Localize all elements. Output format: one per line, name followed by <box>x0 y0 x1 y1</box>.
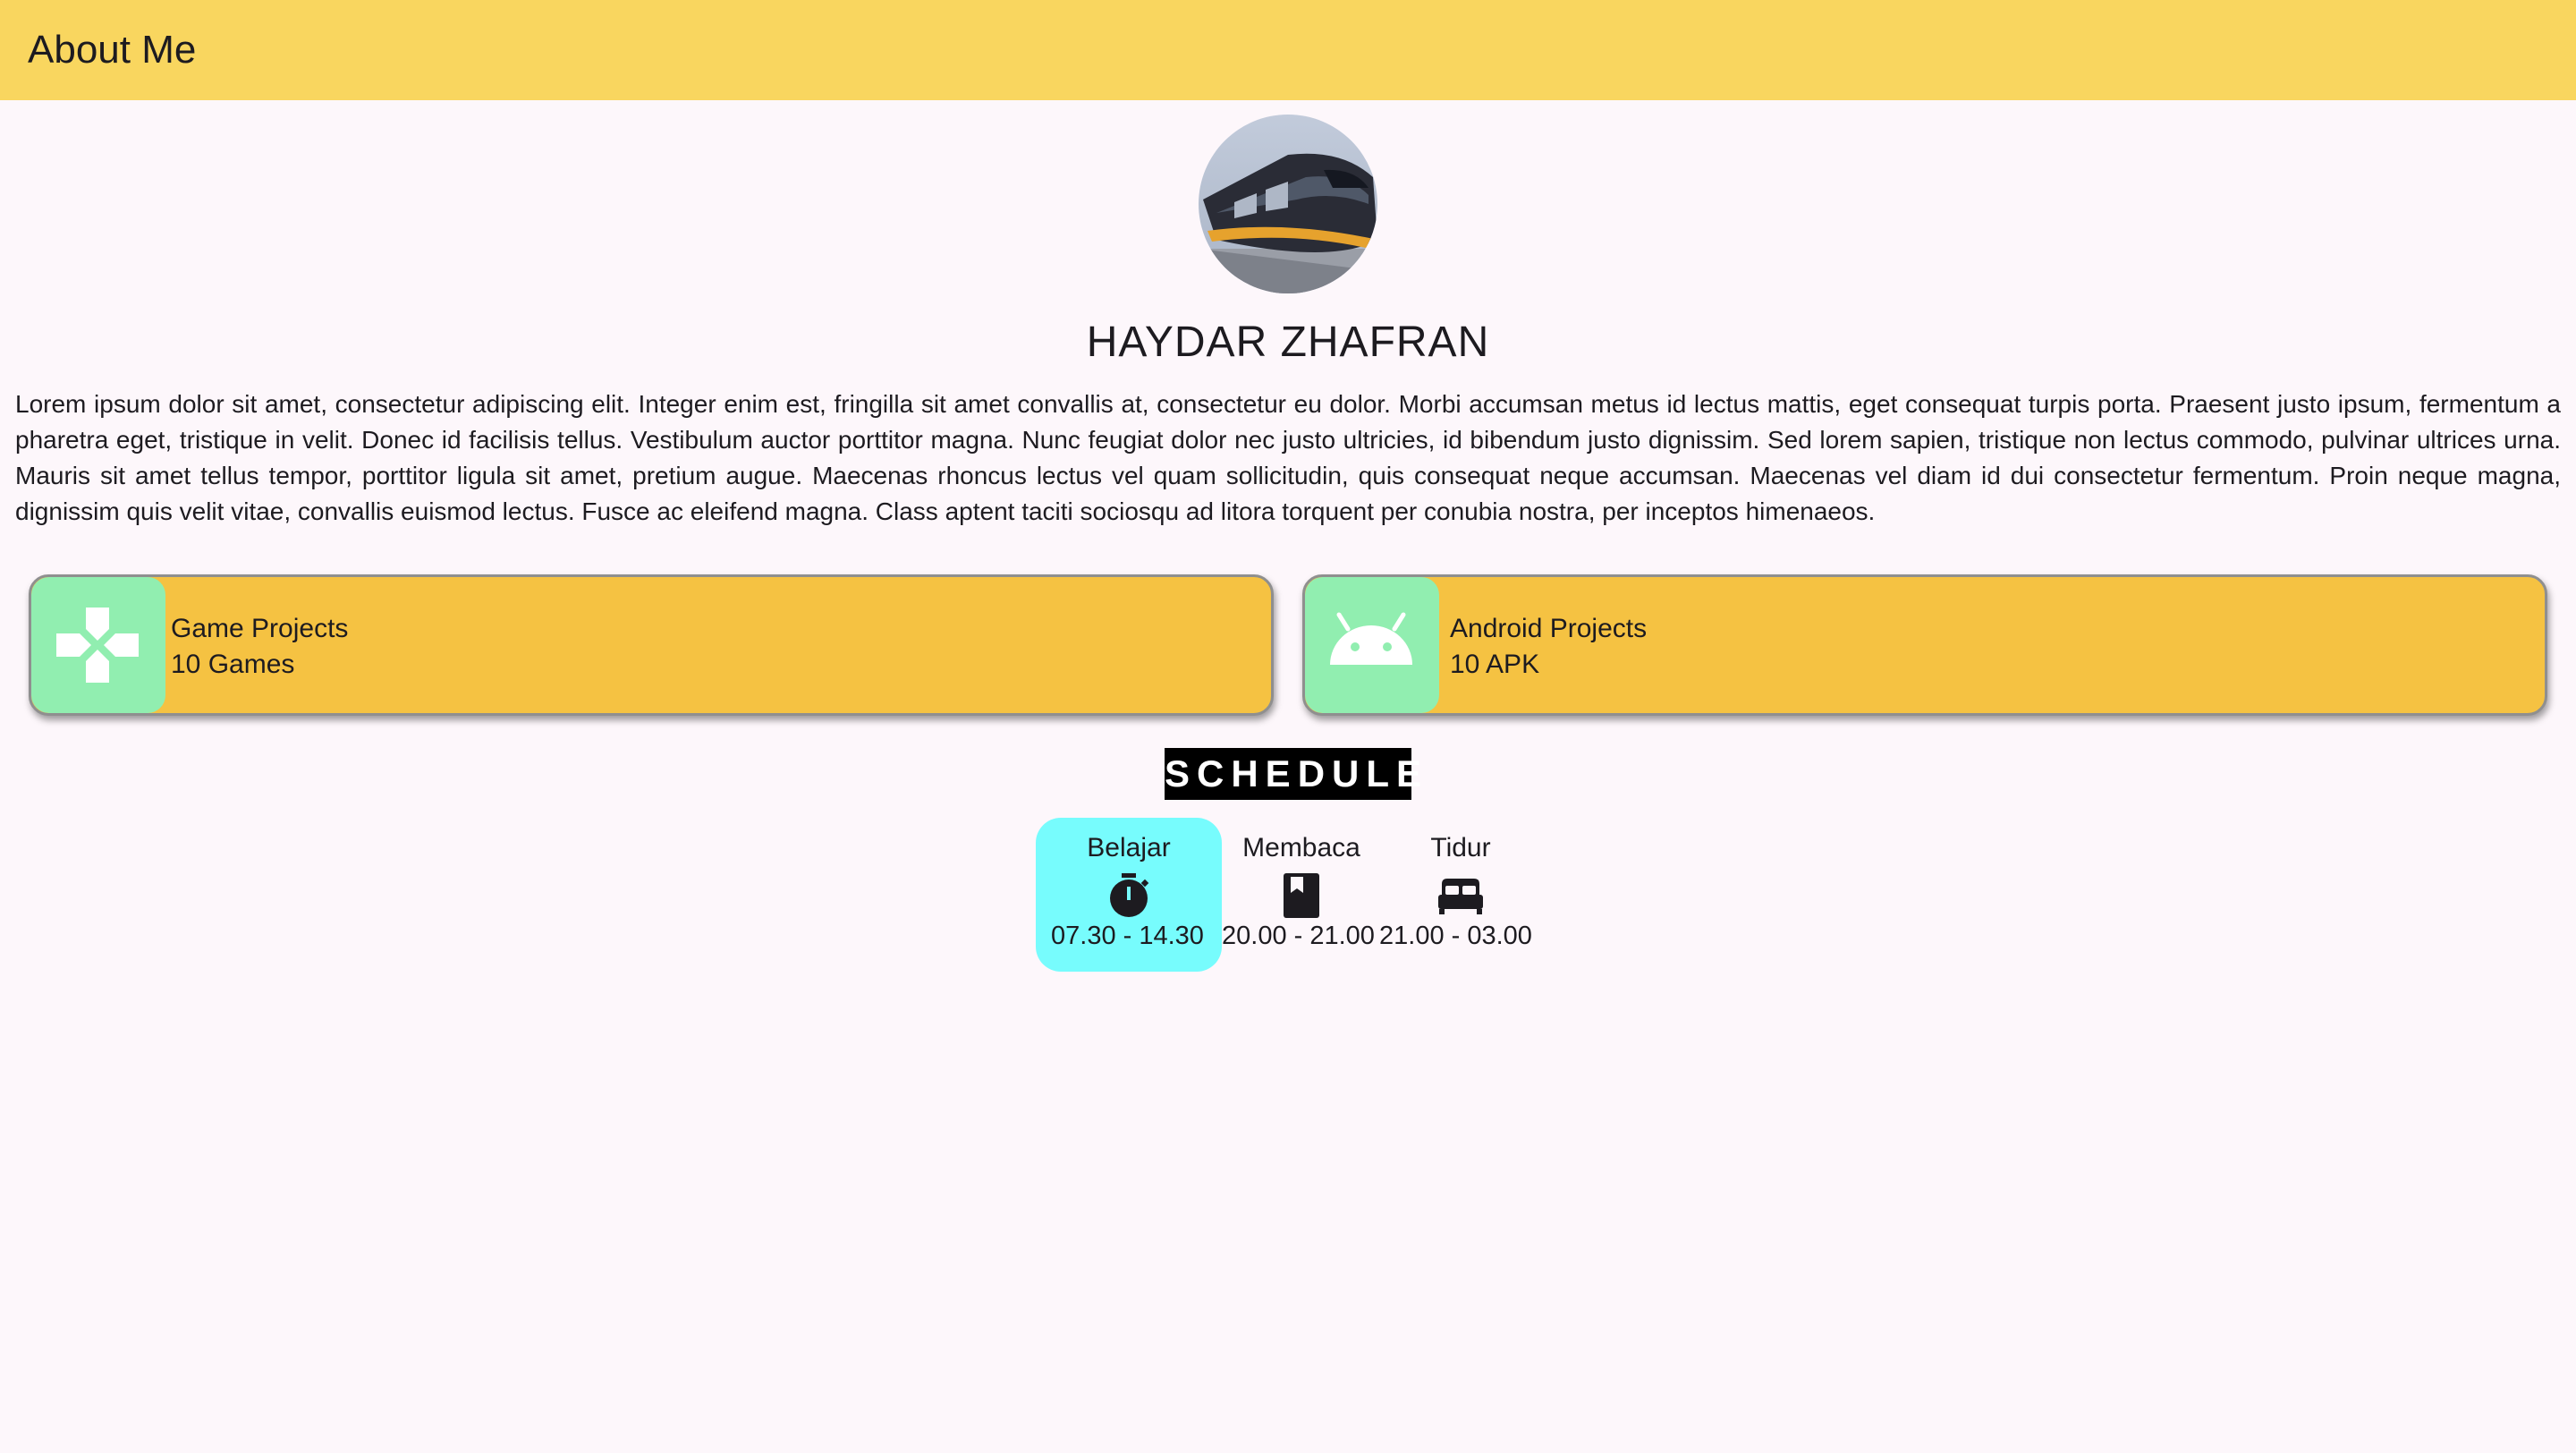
schedule-label: Membaca <box>1242 833 1360 862</box>
timer-icon <box>1110 873 1149 917</box>
gamepad-icon-box <box>31 577 165 713</box>
schedule-label: Belajar <box>1087 833 1171 862</box>
card-subtitle: 10 APK <box>1450 650 1540 679</box>
gamepad-icon <box>56 608 139 683</box>
schedule-time: 07.30 - 14.30 <box>1051 922 1204 950</box>
schedule-label: Tidur <box>1430 833 1491 862</box>
train-photo-avatar <box>1199 115 1377 293</box>
android-icon <box>1330 612 1412 665</box>
schedule-title: SCHEDULE <box>1165 748 1421 800</box>
card-subtitle: 10 Games <box>171 650 295 679</box>
schedule-item-membaca[interactable]: Membaca 20.00 - 21.00 <box>1222 818 1381 972</box>
book-icon <box>1284 873 1319 918</box>
game-projects-text: Game Projects 10 Games <box>171 611 348 683</box>
android-icon-box <box>1305 577 1439 713</box>
avatar <box>1199 115 1377 293</box>
game-projects-card[interactable]: Game Projects 10 Games <box>29 574 1274 716</box>
profile-bio: Lorem ipsum dolor sit amet, consectetur … <box>15 390 2561 525</box>
card-title: Game Projects <box>171 614 349 643</box>
android-projects-text: Android Projects 10 APK <box>1450 611 1647 683</box>
bed-icon <box>1438 879 1483 914</box>
schedule-item-belajar[interactable]: Belajar 07.30 - 14.30 <box>1036 818 1222 972</box>
schedule-time: 21.00 - 03.00 <box>1379 922 1532 950</box>
card-title: Android Projects <box>1450 614 1648 643</box>
profile-name: HAYDAR ZHAFRAN <box>1086 319 1490 366</box>
app-bar-title: About Me <box>28 28 197 72</box>
schedule-item-tidur[interactable]: Tidur 21.00 - 03.00 <box>1379 818 1540 972</box>
schedule-time: 20.00 - 21.00 <box>1222 922 1375 950</box>
android-projects-card[interactable]: Android Projects 10 APK <box>1302 574 2547 716</box>
app-bar: About Me <box>0 0 2576 100</box>
